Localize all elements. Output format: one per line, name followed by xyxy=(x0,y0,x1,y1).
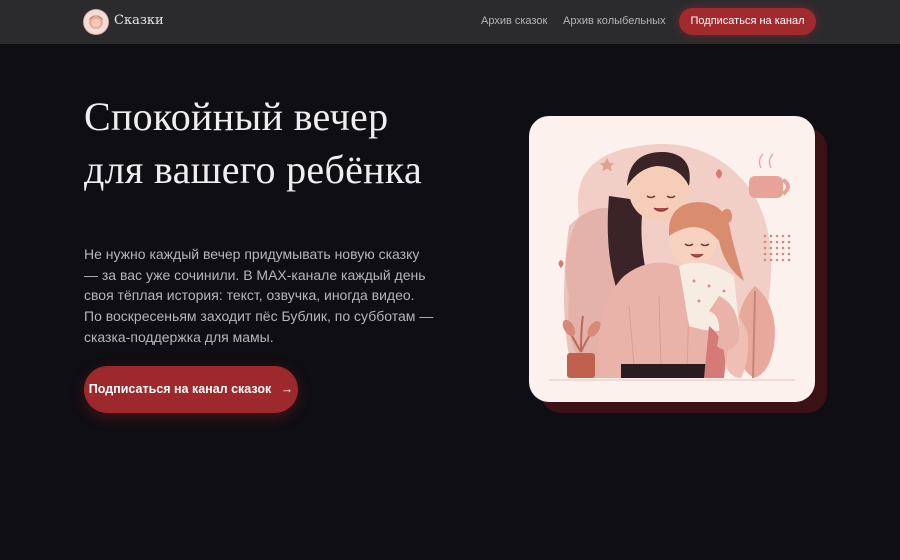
subscribe-stories-button[interactable]: Подписаться на канал сказок → xyxy=(84,366,298,413)
illustration-card xyxy=(529,116,815,402)
logo-avatar[interactable] xyxy=(84,10,108,34)
logo-icon xyxy=(84,10,108,34)
subscribe-stories-label: Подписаться на канал сказок xyxy=(88,382,272,396)
top-navbar: Сказки Архив сказок Архив колыбельных По… xyxy=(0,0,900,44)
nav-link-archive-stories[interactable]: Архив сказок xyxy=(481,15,547,27)
arrow-right-icon: → xyxy=(280,382,294,396)
hero-title: Спокойный вечер для вашего ребёнка xyxy=(84,94,423,192)
hero-description: Не нужно каждый вечер придумывать новую … xyxy=(84,246,434,345)
mother-daughter-hug-illustration xyxy=(549,144,795,381)
brand-name[interactable]: Сказки xyxy=(114,13,164,28)
nav-link-archive-lullabies[interactable]: Архив колыбельных xyxy=(563,15,666,27)
subscribe-channel-button[interactable]: Подписаться на канал xyxy=(679,8,816,35)
